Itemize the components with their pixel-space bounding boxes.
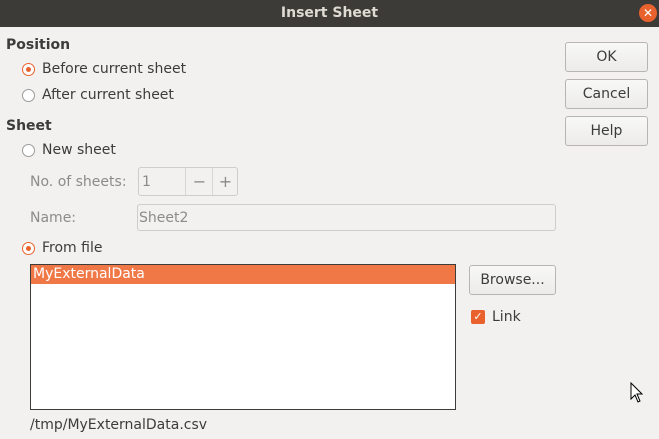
name-label: Name: <box>30 210 77 226</box>
close-icon[interactable]: ✕ <box>639 4 657 22</box>
cancel-button[interactable]: Cancel <box>565 79 648 109</box>
decrement-button: − <box>185 168 213 195</box>
after-current-sheet-label[interactable]: After current sheet <box>42 87 174 103</box>
num-sheets-stepper: 1 − + <box>138 167 238 196</box>
dialog-title: Insert Sheet <box>280 5 379 21</box>
num-sheets-value: 1 <box>142 174 151 190</box>
browse-button[interactable]: Browse... <box>469 265 556 295</box>
new-sheet-label[interactable]: New sheet <box>42 142 116 158</box>
file-path: /tmp/MyExternalData.csv <box>30 417 208 433</box>
link-checkbox[interactable]: ✓ <box>471 310 485 324</box>
before-current-sheet-radio[interactable] <box>22 63 35 76</box>
list-item[interactable]: MyExternalData <box>31 265 455 284</box>
link-label[interactable]: Link <box>492 309 521 325</box>
position-section-title: Position <box>6 37 71 53</box>
title-bar: Insert Sheet <box>0 0 659 27</box>
file-sheet-list[interactable]: MyExternalData <box>30 264 456 410</box>
ok-button[interactable]: OK <box>565 42 648 72</box>
num-sheets-label: No. of sheets: <box>30 174 127 190</box>
from-file-label[interactable]: From file <box>42 240 102 256</box>
mouse-pointer-icon <box>630 382 644 403</box>
from-file-radio[interactable] <box>22 242 35 255</box>
help-button[interactable]: Help <box>565 116 648 146</box>
sheet-name-field: Sheet2 <box>137 204 556 231</box>
increment-button: + <box>212 168 238 195</box>
new-sheet-radio[interactable] <box>22 144 35 157</box>
sheet-section-title: Sheet <box>6 118 52 134</box>
before-current-sheet-label[interactable]: Before current sheet <box>42 61 186 77</box>
after-current-sheet-radio[interactable] <box>22 89 35 102</box>
